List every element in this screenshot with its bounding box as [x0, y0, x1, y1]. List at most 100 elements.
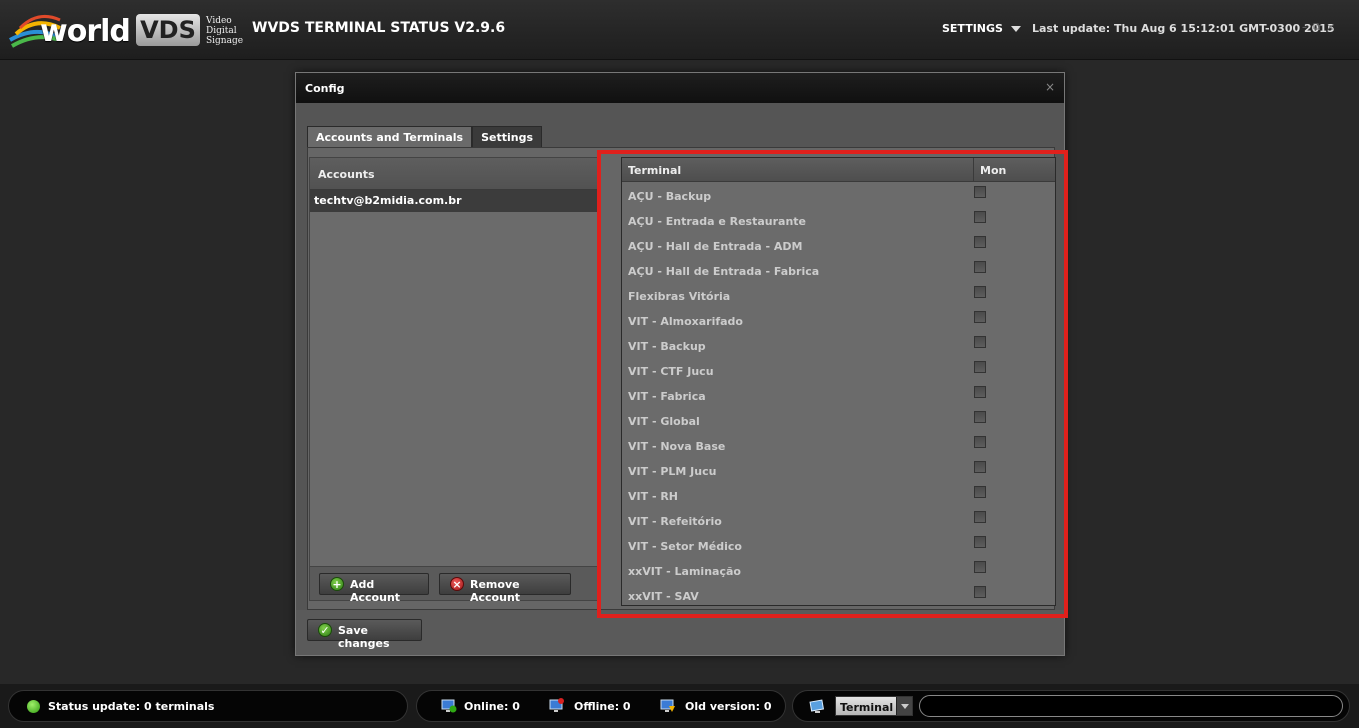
add-account-label: Add Account — [350, 578, 401, 604]
mon-checkbox[interactable] — [974, 236, 986, 248]
logo-vds-text: VDS — [136, 14, 200, 46]
terminal-row[interactable]: VIT - RH — [622, 482, 1055, 507]
terminal-name: VIT - Backup — [628, 340, 706, 353]
terminal-name: VIT - CTF Jucu — [628, 365, 714, 378]
logo-subtitle: Video Digital Signage — [206, 16, 243, 46]
accounts-footer: + Add Account × Remove Account — [310, 566, 598, 604]
mon-checkbox[interactable] — [974, 486, 986, 498]
column-divider — [973, 158, 974, 182]
mon-column-header[interactable]: Mon — [980, 164, 1006, 177]
accounts-panel: Accounts techtv@b2midia.com.br + Add Acc… — [309, 157, 599, 604]
terminal-name: AÇU - Hall de Entrada - Fabrica — [628, 265, 820, 278]
mon-checkbox[interactable] — [974, 211, 986, 223]
mon-checkbox[interactable] — [974, 436, 986, 448]
terminal-row[interactable]: VIT - Setor Médico — [622, 532, 1055, 557]
terminal-row[interactable]: VIT - Refeitório — [622, 507, 1055, 532]
accounts-header: Accounts — [310, 158, 598, 190]
logo-sub-line: Digital — [206, 26, 237, 36]
add-icon: + — [330, 577, 344, 591]
chevron-down-icon — [1010, 26, 1021, 32]
app-header: world VDS Video Digital Signage WVDS TER… — [0, 0, 1359, 60]
settings-menu-button[interactable]: SETTINGS — [942, 22, 1021, 35]
mon-checkbox[interactable] — [974, 511, 986, 523]
terminal-row[interactable]: VIT - CTF Jucu — [622, 357, 1055, 382]
filter-type-value: Terminal — [840, 701, 894, 714]
terminal-row[interactable]: AÇU - Hall de Entrada - ADM — [622, 232, 1055, 257]
filter-input[interactable] — [919, 695, 1343, 717]
terminals-table: Terminal Mon AÇU - Backup AÇU - Entrada e… — [621, 157, 1056, 606]
offline-count: Offline: 0 — [574, 700, 631, 713]
mon-checkbox[interactable] — [974, 311, 986, 323]
remove-account-button[interactable]: × Remove Account — [439, 573, 571, 604]
add-account-button[interactable]: + Add Account — [319, 573, 429, 604]
settings-menu-label: SETTINGS — [942, 22, 1003, 35]
mon-checkbox[interactable] — [974, 186, 986, 198]
app-title: WVDS TERMINAL STATUS V2.9.6 — [252, 20, 506, 36]
logo-sub-line: Video — [206, 16, 232, 26]
window-controls: –⧉× — [1302, 22, 1341, 33]
mon-checkbox[interactable] — [974, 361, 986, 373]
mon-checkbox[interactable] — [974, 461, 986, 473]
save-changes-button[interactable]: ✓ Save changes — [307, 619, 422, 650]
terminal-name: AÇU - Backup — [628, 190, 712, 203]
terminal-row[interactable]: VIT - PLM Jucu — [622, 457, 1055, 482]
filter-monitor-icon — [809, 699, 825, 713]
terminal-row[interactable]: VIT - Global — [622, 407, 1055, 432]
mon-checkbox[interactable] — [974, 286, 986, 298]
dialog-close-icon[interactable]: × — [1045, 80, 1055, 94]
mon-checkbox[interactable] — [974, 386, 986, 398]
dialog-tabs: Accounts and Terminals Settings — [307, 126, 543, 148]
config-dialog: Config × Accounts and Terminals Settings… — [295, 72, 1065, 656]
terminal-name: VIT - Almoxarifado — [628, 315, 743, 328]
online-monitor-icon — [441, 699, 457, 713]
terminal-name: VIT - Setor Médico — [628, 540, 742, 553]
mon-checkbox[interactable] — [974, 586, 986, 598]
mon-checkbox[interactable] — [974, 411, 986, 423]
terminal-name: xxVIT - Laminação — [628, 565, 741, 578]
terminal-row[interactable]: AÇU - Backup — [622, 182, 1055, 207]
account-row[interactable]: techtv@b2midia.com.br — [310, 190, 598, 212]
terminal-row[interactable]: VIT - Almoxarifado — [622, 307, 1055, 332]
terminal-row[interactable]: VIT - Backup — [622, 332, 1055, 357]
status-bar: Status update: 0 terminals Online: 0 Off… — [0, 684, 1359, 728]
terminal-row[interactable]: AÇU - Entrada e Restaurante — [622, 207, 1055, 232]
terminal-name: AÇU - Hall de Entrada - ADM — [628, 240, 803, 253]
tab-panel: Accounts techtv@b2midia.com.br + Add Acc… — [307, 147, 1056, 610]
terminal-row[interactable]: VIT - Nova Base — [622, 432, 1055, 457]
old-version-count: Old version: 0 — [685, 700, 772, 713]
close-icon[interactable]: × — [1326, 22, 1340, 33]
terminal-name: VIT - PLM Jucu — [628, 465, 717, 478]
terminal-row[interactable]: Flexibras Vitória — [622, 282, 1055, 307]
online-count: Online: 0 — [464, 700, 520, 713]
restore-icon[interactable]: ⧉ — [1313, 22, 1326, 33]
terminal-name: Flexibras Vitória — [628, 290, 731, 303]
minimize-icon[interactable]: – — [1302, 22, 1313, 33]
terminal-row[interactable]: VIT - Fabrica — [622, 382, 1055, 407]
terminal-name: VIT - Nova Base — [628, 440, 726, 453]
filter-pill: Terminal — [792, 690, 1350, 722]
tab-settings[interactable]: Settings — [472, 126, 543, 148]
terminal-name: xxVIT - SAV — [628, 590, 699, 603]
tab-accounts-and-terminals[interactable]: Accounts and Terminals — [307, 126, 473, 148]
mon-checkbox[interactable] — [974, 261, 986, 273]
dialog-title: Config — [296, 73, 1064, 103]
status-update-text: Status update: 0 terminals — [48, 700, 215, 713]
save-changes-label: Save changes — [338, 624, 390, 650]
terminal-name: VIT - Global — [628, 415, 700, 428]
chevron-down-icon[interactable] — [896, 697, 912, 715]
terminal-column-header[interactable]: Terminal — [628, 164, 681, 177]
terminals-table-header: Terminal Mon — [622, 158, 1055, 182]
mon-checkbox[interactable] — [974, 536, 986, 548]
logo-sub-line: Signage — [206, 36, 244, 46]
mon-checkbox[interactable] — [974, 561, 986, 573]
terminal-name: VIT - Refeitório — [628, 515, 722, 528]
remove-icon: × — [450, 577, 464, 591]
terminal-row[interactable]: xxVIT - SAV — [622, 582, 1055, 607]
remove-account-label: Remove Account — [470, 578, 521, 604]
check-icon: ✓ — [318, 623, 332, 637]
terminal-row[interactable]: AÇU - Hall de Entrada - Fabrica — [622, 257, 1055, 282]
last-update-text: Last update: Thu Aug 6 15:12:01 GMT-0300… — [1032, 22, 1335, 35]
mon-checkbox[interactable] — [974, 336, 986, 348]
filter-type-select[interactable]: Terminal — [835, 696, 913, 716]
terminal-row[interactable]: xxVIT - Laminação — [622, 557, 1055, 582]
